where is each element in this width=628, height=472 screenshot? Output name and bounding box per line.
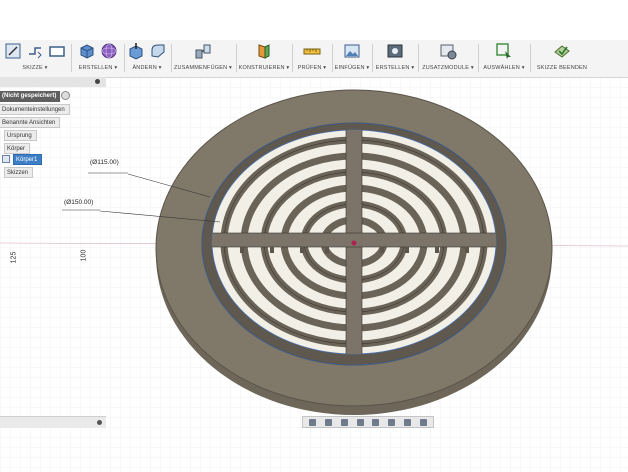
orbit-icon[interactable] <box>309 418 317 426</box>
addins-icon[interactable] <box>439 42 457 60</box>
box-icon[interactable] <box>78 42 96 60</box>
joint-icon[interactable] <box>194 42 212 60</box>
ribbon-toolbar: SKIZZE ▾ ERSTELLEN ▾ ÄNDERN ▾ ZUSAMMENFÜ… <box>0 0 628 78</box>
toolbar-group-erstellen-render[interactable]: ERSTELLEN ▾ <box>373 40 417 76</box>
toolbar-label-erstellen: ERSTELLEN ▾ <box>78 65 118 71</box>
toolbar-top-area <box>0 0 628 40</box>
toolbar-group-einfuegen[interactable]: EINFÜGEN ▾ <box>333 40 371 76</box>
toolbar-label-auswaehlen: AUSWÄHLEN ▾ <box>483 65 525 71</box>
browser-node-benannte-ansichten[interactable]: Benannte Ansichten <box>0 117 61 128</box>
toolbar-label-zusammenfuegen: ZUSAMMENFÜGEN ▾ <box>173 65 232 71</box>
body-icon <box>2 155 10 163</box>
comments-panel[interactable] <box>0 416 106 428</box>
fit-icon[interactable] <box>372 418 380 426</box>
toolbar-group-skizze[interactable]: SKIZZE ▾ <box>0 40 70 76</box>
stop-sketch-icon[interactable] <box>553 42 571 60</box>
viewport-canvas[interactable] <box>0 77 628 472</box>
vent-model[interactable] <box>155 89 553 415</box>
rectangle-icon[interactable] <box>48 42 66 60</box>
render-icon[interactable] <box>386 42 404 60</box>
browser-node-dokumenteinstellungen[interactable]: Dokumenteinstellungen <box>0 104 70 115</box>
browser-node-koerper[interactable]: Körper <box>4 143 31 154</box>
plane-icon[interactable] <box>255 42 273 60</box>
grid-settings-icon[interactable] <box>403 418 411 426</box>
viewports-icon[interactable] <box>419 418 427 426</box>
toolbar-label-skizze: SKIZZE ▾ <box>22 65 48 71</box>
browser-node-skizzen[interactable]: Skizzen <box>4 167 34 178</box>
document-title[interactable]: (Nicht gespeichert) <box>0 91 61 102</box>
measure-icon[interactable] <box>303 42 321 60</box>
origin-point[interactable] <box>351 240 357 246</box>
panel-options-icon[interactable] <box>95 79 100 84</box>
select-icon[interactable] <box>495 42 513 60</box>
browser-panel-header[interactable] <box>0 77 106 87</box>
toolbar-group-skizze-beenden[interactable]: SKIZZE BEENDEN <box>531 40 593 76</box>
axis-label-125: 125 <box>10 251 18 264</box>
axis-label-100: 100 <box>80 249 88 262</box>
toolbar-label-einfuegen: EINFÜGEN ▾ <box>334 65 370 71</box>
press-pull-icon[interactable] <box>127 42 145 60</box>
zoom-icon[interactable] <box>356 418 364 426</box>
sphere-icon[interactable] <box>100 42 118 60</box>
toolbar-group-zusatzmodule[interactable]: ZUSATZMODULE ▾ <box>419 40 477 76</box>
look-at-icon[interactable] <box>325 418 333 426</box>
toolbar-group-aendern[interactable]: ÄNDERN ▾ <box>125 40 169 76</box>
toolbar-label-erstellen-render: ERSTELLEN ▾ <box>375 65 415 71</box>
document-visibility-icon[interactable] <box>61 91 70 100</box>
toolbar-label-konstruieren: KONSTRUIEREN ▾ <box>238 65 290 71</box>
insert-image-icon[interactable] <box>343 42 361 60</box>
dimension-label-150[interactable]: (Ø150.00) <box>64 199 93 206</box>
toolbar-group-konstruieren[interactable]: KONSTRUIEREN ▾ <box>237 40 291 76</box>
fillet-icon[interactable] <box>149 42 167 60</box>
toolbar-group-erstellen[interactable]: ERSTELLEN ▾ <box>73 40 123 76</box>
dimension-label-115[interactable]: (Ø115.00) <box>90 159 119 166</box>
navigation-bar <box>302 416 434 428</box>
sketch-icon[interactable] <box>4 42 22 60</box>
comments-add-icon[interactable] <box>97 420 102 425</box>
toolbar-label-zusatzmodule: ZUSATZMODULE ▾ <box>422 65 474 71</box>
toolbar-group-pruefen[interactable]: PRÜFEN ▾ <box>293 40 331 76</box>
toolbar-group-zusammenfuegen[interactable]: ZUSAMMENFÜGEN ▾ <box>172 40 234 76</box>
toolbar-label-skizze-beenden: SKIZZE BEENDEN <box>536 65 588 71</box>
display-settings-icon[interactable] <box>388 418 396 426</box>
toolbar-label-pruefen: PRÜFEN ▾ <box>297 65 327 71</box>
line-icon[interactable] <box>26 42 44 60</box>
toolbar-label-aendern: ÄNDERN ▾ <box>132 65 162 71</box>
pan-icon[interactable] <box>340 418 348 426</box>
browser-node-ursprung[interactable]: Ursprung <box>4 130 37 141</box>
browser-node-koerper1[interactable]: Körper1 <box>13 154 43 165</box>
toolbar-group-auswaehlen[interactable]: AUSWÄHLEN ▾ <box>479 40 529 76</box>
toolbar-separator <box>71 44 72 72</box>
